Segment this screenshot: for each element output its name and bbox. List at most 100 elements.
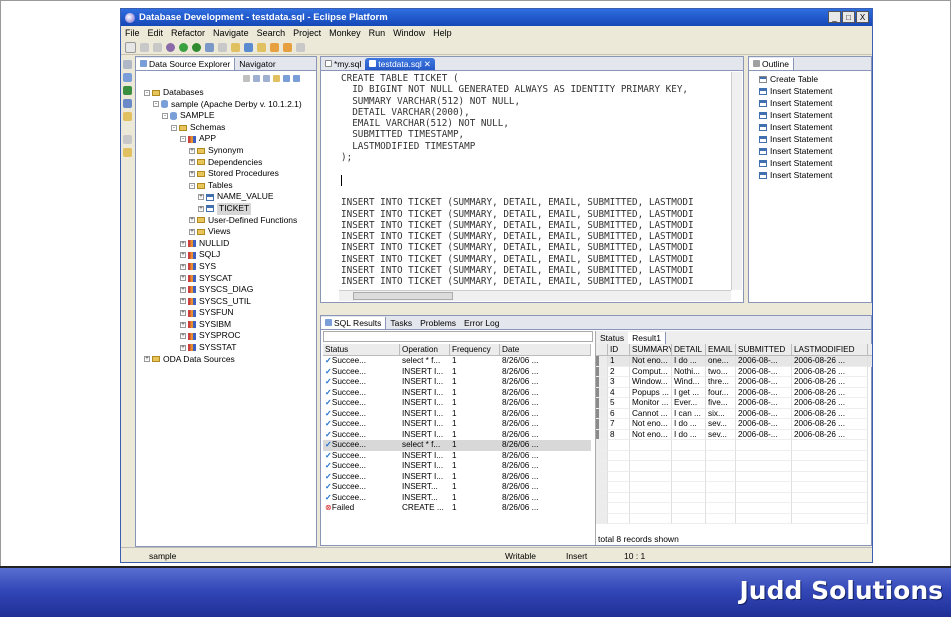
menu-refactor[interactable]: Refactor (171, 28, 205, 38)
outline-item[interactable]: Insert Statement (759, 97, 871, 109)
table-row[interactable]: ✓Succee... INSERT I... 1 8/26/06 ... (323, 451, 591, 462)
table-row[interactable]: ✓Succee... INSERT I... 1 8/26/06 ... (323, 398, 591, 409)
explorer-perspective-icon[interactable] (123, 99, 132, 108)
tree-node[interactable]: + Views (144, 226, 316, 238)
table-row[interactable]: ⊗Failed CREATE ... 1 8/26/06 ... (323, 503, 591, 514)
table-row[interactable]: 7 Not eno... I do ... sev... 2006-08-... 2006… (596, 419, 872, 430)
editor-horizontal-scrollbar[interactable] (339, 290, 731, 301)
expand-toggle-icon[interactable]: + (180, 333, 186, 340)
collapse-all-icon[interactable] (253, 74, 260, 82)
expand-toggle-icon[interactable]: + (180, 252, 186, 259)
annotation-icon[interactable] (257, 42, 266, 52)
tree-node[interactable]: + SYSIBM (144, 319, 316, 331)
expand-toggle-icon[interactable]: + (180, 240, 186, 247)
expand-toggle-icon[interactable]: + (198, 194, 204, 201)
outline-item[interactable]: Insert Statement (759, 133, 871, 145)
menu-edit[interactable]: Edit (148, 28, 164, 38)
tab-data-source-explorer[interactable]: Data Source Explorer (136, 57, 236, 70)
collapse-toggle-icon[interactable]: - (189, 182, 195, 189)
database-icon[interactable] (166, 42, 175, 52)
scroll-thumb[interactable] (353, 292, 453, 300)
table-row[interactable]: ✓Succee... INSERT I... 1 8/26/06 ... (323, 472, 591, 483)
tab-tasks[interactable]: Tasks (386, 317, 416, 329)
table-row[interactable]: ✓Succee... INSERT I... 1 8/26/06 ... (323, 388, 591, 399)
collapse-toggle-icon[interactable]: - (171, 124, 177, 131)
tree-node[interactable]: - Tables (144, 180, 316, 192)
expand-toggle-icon[interactable]: + (180, 263, 186, 270)
collapse-toggle-icon[interactable]: - (162, 112, 168, 119)
perspective-icon[interactable] (123, 60, 132, 69)
database-perspective-icon[interactable] (123, 73, 132, 82)
run-perspective-icon[interactable] (123, 86, 132, 95)
tree-node[interactable]: + SQLJ (144, 249, 316, 261)
forward-icon[interactable] (296, 42, 305, 52)
menu-file[interactable]: File (125, 28, 140, 38)
search-icon[interactable] (205, 42, 214, 52)
new-icon[interactable] (125, 41, 136, 53)
link-icon[interactable] (263, 74, 270, 82)
tab-result1[interactable]: Result1 (628, 331, 666, 344)
tree-node[interactable]: + SYSFUN (144, 307, 316, 319)
menu-navigate[interactable]: Navigate (213, 28, 249, 38)
table-row[interactable]: 8 Not eno... I do ... sev... 2006-08-... 2006… (596, 429, 872, 440)
menu-window[interactable]: Window (393, 28, 425, 38)
table-row[interactable]: ✓Succee... INSERT I... 1 8/26/06 ... (323, 419, 591, 430)
outline-item[interactable]: Insert Statement (759, 157, 871, 169)
menu-help[interactable]: Help (433, 28, 452, 38)
expand-toggle-icon[interactable]: + (189, 228, 195, 235)
tree-node[interactable]: + SYSCS_UTIL (144, 296, 316, 308)
expand-toggle-icon[interactable]: + (189, 170, 195, 177)
tab-testdata-sql[interactable]: testdata.sql ✕ (365, 57, 435, 70)
maximize-button[interactable]: □ (842, 11, 855, 23)
tree-node[interactable]: + User-Defined Functions (144, 215, 316, 227)
column-header[interactable]: ID (608, 344, 630, 355)
open-folder-icon[interactable] (231, 42, 240, 52)
tree-node[interactable]: - APP (144, 133, 316, 145)
tab-error-log[interactable]: Error Log (460, 317, 503, 329)
menu-monkey[interactable]: Monkey (329, 28, 361, 38)
expand-toggle-icon[interactable]: + (189, 147, 195, 154)
tab-problems[interactable]: Problems (416, 317, 460, 329)
title-bar[interactable]: Database Development - testdata.sql - Ec… (121, 9, 872, 26)
table-row[interactable]: 5 Monitor ... Ever... five... 2006-08-... 200… (596, 398, 872, 409)
expand-toggle-icon[interactable]: + (180, 321, 186, 328)
tree-node[interactable]: + SYSCS_DIAG (144, 284, 316, 296)
tree-node[interactable]: + Synonym (144, 145, 316, 157)
table-row[interactable]: ✓Succee... INSERT... 1 8/26/06 ... (323, 482, 591, 493)
tree-node[interactable]: - Schemas (144, 122, 316, 134)
expand-toggle-icon[interactable]: + (180, 286, 186, 293)
column-header[interactable]: Frequency (450, 344, 500, 355)
tab-my-sql[interactable]: *my.sql (321, 58, 365, 70)
tab-status[interactable]: Status (596, 332, 628, 344)
expand-toggle-icon[interactable]: + (189, 217, 195, 224)
next-annotation-icon[interactable] (270, 42, 279, 52)
close-tab-icon[interactable]: ✕ (424, 58, 431, 70)
table-row[interactable]: ✓Succee... INSERT I... 1 8/26/06 ... (323, 430, 591, 441)
tree-node[interactable]: - sample (Apache Derby v. 10.1.2.1) (144, 99, 316, 111)
connect-icon[interactable] (283, 74, 290, 82)
tree-node[interactable]: + SYSCAT (144, 273, 316, 285)
outline-item[interactable]: Insert Statement (759, 145, 871, 157)
outline-item[interactable]: Insert Statement (759, 169, 871, 181)
menu-run[interactable]: Run (369, 28, 386, 38)
print-icon[interactable] (153, 42, 162, 52)
table-row[interactable]: 1 Not eno... I do ... one... 2006-08-... 2006… (596, 356, 872, 367)
column-header[interactable]: Date (500, 344, 591, 355)
table-row[interactable]: 2 Comput... Nothi... two... 2006-08-... 2006-… (596, 366, 872, 377)
collapse-toggle-icon[interactable]: - (180, 136, 186, 143)
expand-toggle-icon[interactable]: + (189, 159, 195, 166)
expand-toggle-icon[interactable]: + (180, 310, 186, 317)
debug-icon[interactable] (179, 42, 188, 52)
collapse-toggle-icon[interactable]: - (153, 101, 159, 108)
menu-project[interactable]: Project (293, 28, 321, 38)
expand-toggle-icon[interactable]: + (180, 275, 186, 282)
table-row[interactable]: ✓Succee... INSERT I... 1 8/26/06 ... (323, 367, 591, 378)
tree-node[interactable]: + ODA Data Sources (144, 354, 316, 366)
folder-icon[interactable] (273, 74, 280, 82)
column-header[interactable]: Status (323, 344, 400, 355)
tab-outline[interactable]: Outline (749, 57, 794, 70)
tree-node[interactable]: + NULLID (144, 238, 316, 250)
sql-code-area[interactable]: CREATE TABLE TICKET ( ID BIGINT NOT NULL… (341, 73, 726, 288)
resource-perspective-icon[interactable] (123, 148, 132, 157)
save-icon[interactable] (140, 42, 149, 52)
